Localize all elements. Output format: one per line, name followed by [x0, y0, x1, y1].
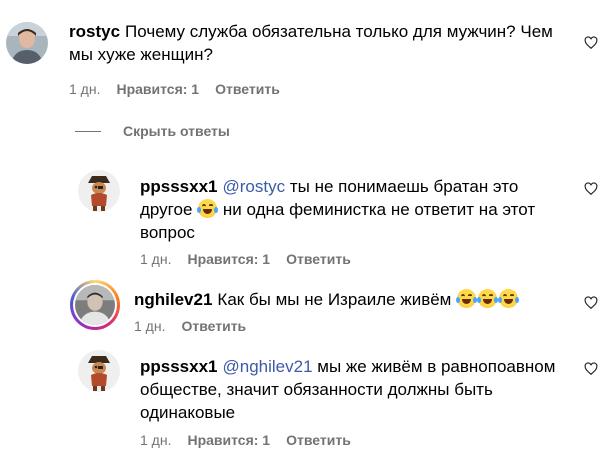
comment-text: rostyc Почему служба обязательна только д… [69, 20, 579, 66]
comment-text: ppsssxx1 @nghilev21 мы же живём в равнопо… [140, 355, 560, 424]
pirate-cartoon-avatar-icon [78, 170, 120, 212]
tears-of-joy-emoji-icon [477, 289, 499, 308]
reply-button[interactable]: Ответить [215, 81, 280, 97]
like-heart-icon[interactable] [584, 296, 598, 310]
comment-username[interactable]: ppsssxx1 [140, 177, 218, 196]
like-heart-icon[interactable] [584, 182, 598, 196]
like-heart-icon[interactable] [584, 36, 598, 50]
reply-button[interactable]: Ответить [181, 318, 246, 334]
comment-time[interactable]: 1 дн. [134, 318, 165, 334]
user-photo-avatar-icon [6, 22, 48, 64]
comment-meta: 1 дн. Нравится: 1 Ответить [140, 432, 351, 448]
comment-username[interactable]: nghilev21 [134, 290, 212, 309]
comment-meta: 1 дн. Нравится: 1 Ответить [140, 251, 351, 267]
comment-body: Почему служба обязательна только для муж… [69, 22, 553, 64]
comment-username[interactable]: ppsssxx1 [140, 357, 218, 376]
mention-link[interactable]: @rostyc [223, 177, 286, 196]
likes-count[interactable]: Нравится: 1 [187, 432, 270, 448]
avatar[interactable] [78, 350, 120, 392]
tears-of-joy-emoji-icon [197, 199, 219, 218]
comment-meta: 1 дн. Нравится: 1 Ответить [69, 81, 280, 97]
story-ring-avatar[interactable] [70, 280, 120, 330]
comment-time[interactable]: 1 дн. [140, 251, 171, 267]
reply-button[interactable]: Ответить [286, 432, 351, 448]
hide-replies-label: Скрыть ответы [123, 123, 230, 139]
tears-of-joy-emoji-icon [498, 289, 520, 308]
avatar[interactable] [78, 170, 120, 212]
comment-body: Как бы мы не Израиле живём [217, 290, 452, 309]
tears-of-joy-emoji-icon [456, 289, 478, 308]
divider-line [75, 130, 101, 132]
like-heart-icon[interactable] [584, 362, 598, 376]
comment-username[interactable]: rostyc [69, 22, 120, 41]
comment-text: ppsssxx1 @rostyc ты не понимаешь братан э… [140, 175, 550, 244]
avatar[interactable] [6, 22, 48, 64]
hide-replies-button[interactable]: Скрыть ответы [75, 123, 230, 139]
comment-meta: 1 дн. Ответить [134, 318, 246, 334]
likes-count[interactable]: Нравится: 1 [187, 251, 270, 267]
mention-link[interactable]: @nghilev21 [223, 357, 313, 376]
reply-button[interactable]: Ответить [286, 251, 351, 267]
likes-count[interactable]: Нравится: 1 [116, 81, 199, 97]
pirate-cartoon-avatar-icon [78, 350, 120, 392]
user-photo-avatar-icon [75, 285, 115, 325]
comment-text: nghilev21 Как бы мы не Израиле живём [134, 288, 574, 311]
comment-time[interactable]: 1 дн. [69, 81, 100, 97]
comment-time[interactable]: 1 дн. [140, 432, 171, 448]
